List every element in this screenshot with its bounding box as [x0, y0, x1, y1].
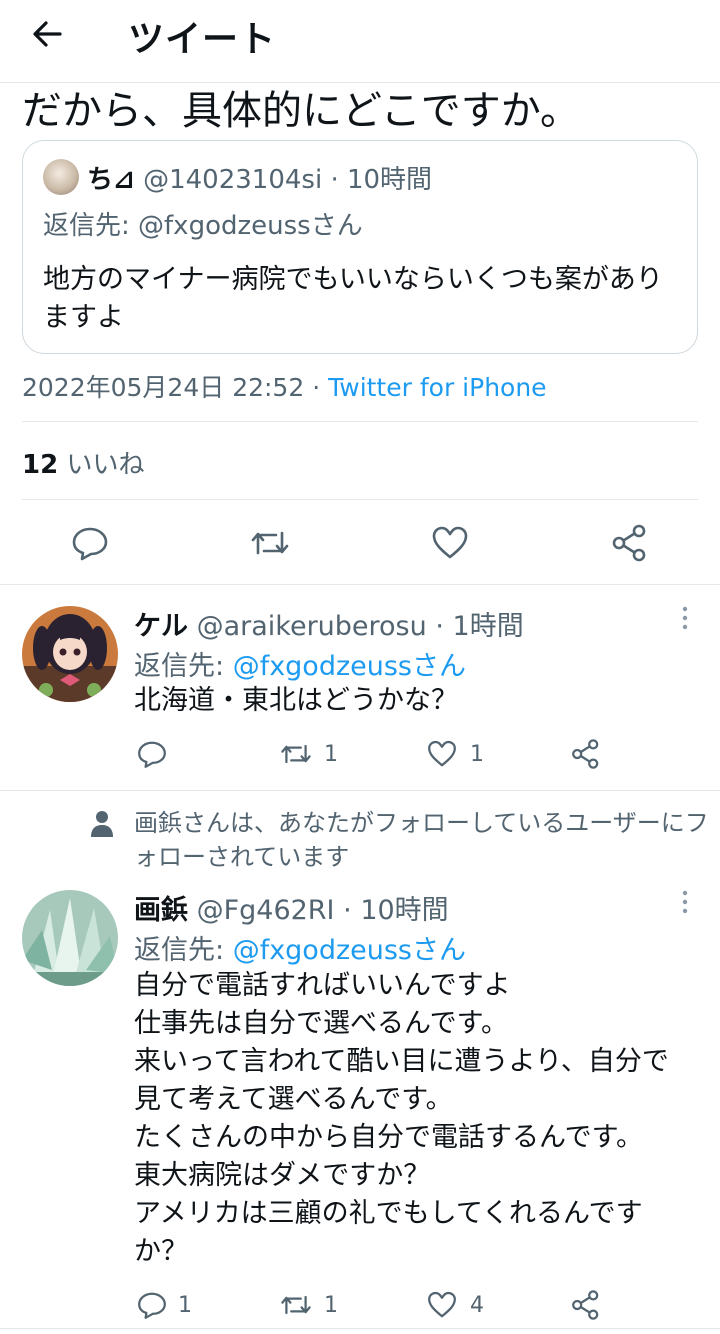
retweet-icon[interactable] [280, 1289, 312, 1321]
quoted-header: ち⊿ @14023104si · 10時間 [87, 159, 432, 196]
more-icon[interactable] [675, 888, 695, 918]
page-title: ツイート [128, 19, 277, 60]
reply-header: 画鋲 @Fg462RI · 10時間 [134, 888, 449, 927]
divider [0, 790, 720, 791]
like-count: 1 [470, 742, 484, 767]
reply-to-prefix: 返信先: [134, 935, 233, 966]
like-icon[interactable] [426, 1289, 458, 1321]
quoted-name: ち⊿ [87, 165, 135, 195]
quoted-reply-to: 返信先: @fxgodzeussさん [43, 211, 363, 241]
reply-author-name[interactable]: 画鋲 [134, 895, 188, 926]
separator-dot: · [312, 373, 329, 402]
tweet-timestamp: 2022年05月24日 22:52 [22, 373, 305, 402]
social-context: 画鋲さんは、あなたがフォローしているユーザーにフォローされています [134, 809, 709, 871]
divider [22, 421, 698, 422]
reply-to-prefix: 返信先: [134, 651, 233, 682]
likes-summary[interactable]: 12 いいね [22, 444, 144, 481]
person-icon [91, 811, 113, 837]
quoted-time: 10時間 [346, 165, 433, 195]
avatar-image [22, 890, 118, 986]
retweet-count: 1 [324, 742, 338, 767]
tweet-source-link[interactable]: Twitter for iPhone [328, 373, 546, 402]
avatar[interactable] [22, 606, 118, 702]
divider [22, 499, 698, 500]
likes-count: 12 [22, 450, 59, 480]
tweet-text: だから、具体的にどこですか。 [22, 88, 580, 134]
avatar[interactable] [22, 890, 118, 986]
reply-icon[interactable] [70, 523, 110, 563]
like-count: 4 [470, 1293, 484, 1318]
share-icon[interactable] [570, 738, 602, 770]
back-arrow-icon[interactable] [26, 14, 74, 54]
divider [0, 1328, 720, 1329]
retweet-icon[interactable] [280, 738, 312, 770]
divider [0, 584, 720, 585]
reply-time: 10時間 [360, 895, 449, 926]
reply-author-handle: @Fg462RI [196, 895, 335, 926]
quoted-text: 地方のマイナー病院でもいいならいくつも案がありますよ [43, 264, 663, 333]
quoted-avatar[interactable] [43, 159, 79, 195]
reply-author-name[interactable]: ケル [134, 611, 188, 642]
reply-author-handle: @araikeruberosu [196, 611, 427, 642]
separator-dot: · [435, 611, 444, 642]
separator-dot: · [330, 165, 339, 195]
quoted-tweet[interactable]: ち⊿ @14023104si · 10時間 返信先: @fxgodzeussさん… [22, 140, 698, 354]
like-icon[interactable] [430, 523, 470, 563]
retweet-icon[interactable] [250, 523, 290, 563]
tweet-meta: 2022年05月24日 22:52 · Twitter for iPhone [22, 368, 547, 404]
share-icon[interactable] [610, 523, 650, 563]
reply-to-handle[interactable]: @fxgodzeussさん [233, 651, 466, 682]
reply-header: ケル @araikeruberosu · 1時間 [134, 604, 524, 643]
retweet-count: 1 [324, 1293, 338, 1318]
avatar-image [22, 606, 118, 702]
reply-text: 自分で電話すればいいんですよ 仕事先は自分で選べるんです。 来いって言われて酷い… [134, 970, 669, 1267]
reply-to-handle[interactable]: @fxgodzeussさん [233, 935, 466, 966]
reply-text: 北海道・東北はどうかな？ [134, 685, 458, 716]
reply-icon[interactable] [136, 1289, 168, 1321]
likes-label: いいね [66, 450, 145, 480]
like-icon[interactable] [426, 738, 458, 770]
reply-time: 1時間 [452, 611, 524, 642]
share-icon[interactable] [570, 1289, 602, 1321]
quoted-handle: @14023104si [143, 165, 323, 195]
reply-to: 返信先: @fxgodzeussさん [134, 928, 466, 967]
more-icon[interactable] [675, 604, 695, 634]
top-bar: ツイート [0, 0, 720, 83]
reply-icon[interactable] [136, 738, 168, 770]
separator-dot: · [343, 895, 352, 926]
reply-to: 返信先: @fxgodzeussさん [134, 644, 466, 683]
reply-count: 1 [178, 1293, 192, 1318]
